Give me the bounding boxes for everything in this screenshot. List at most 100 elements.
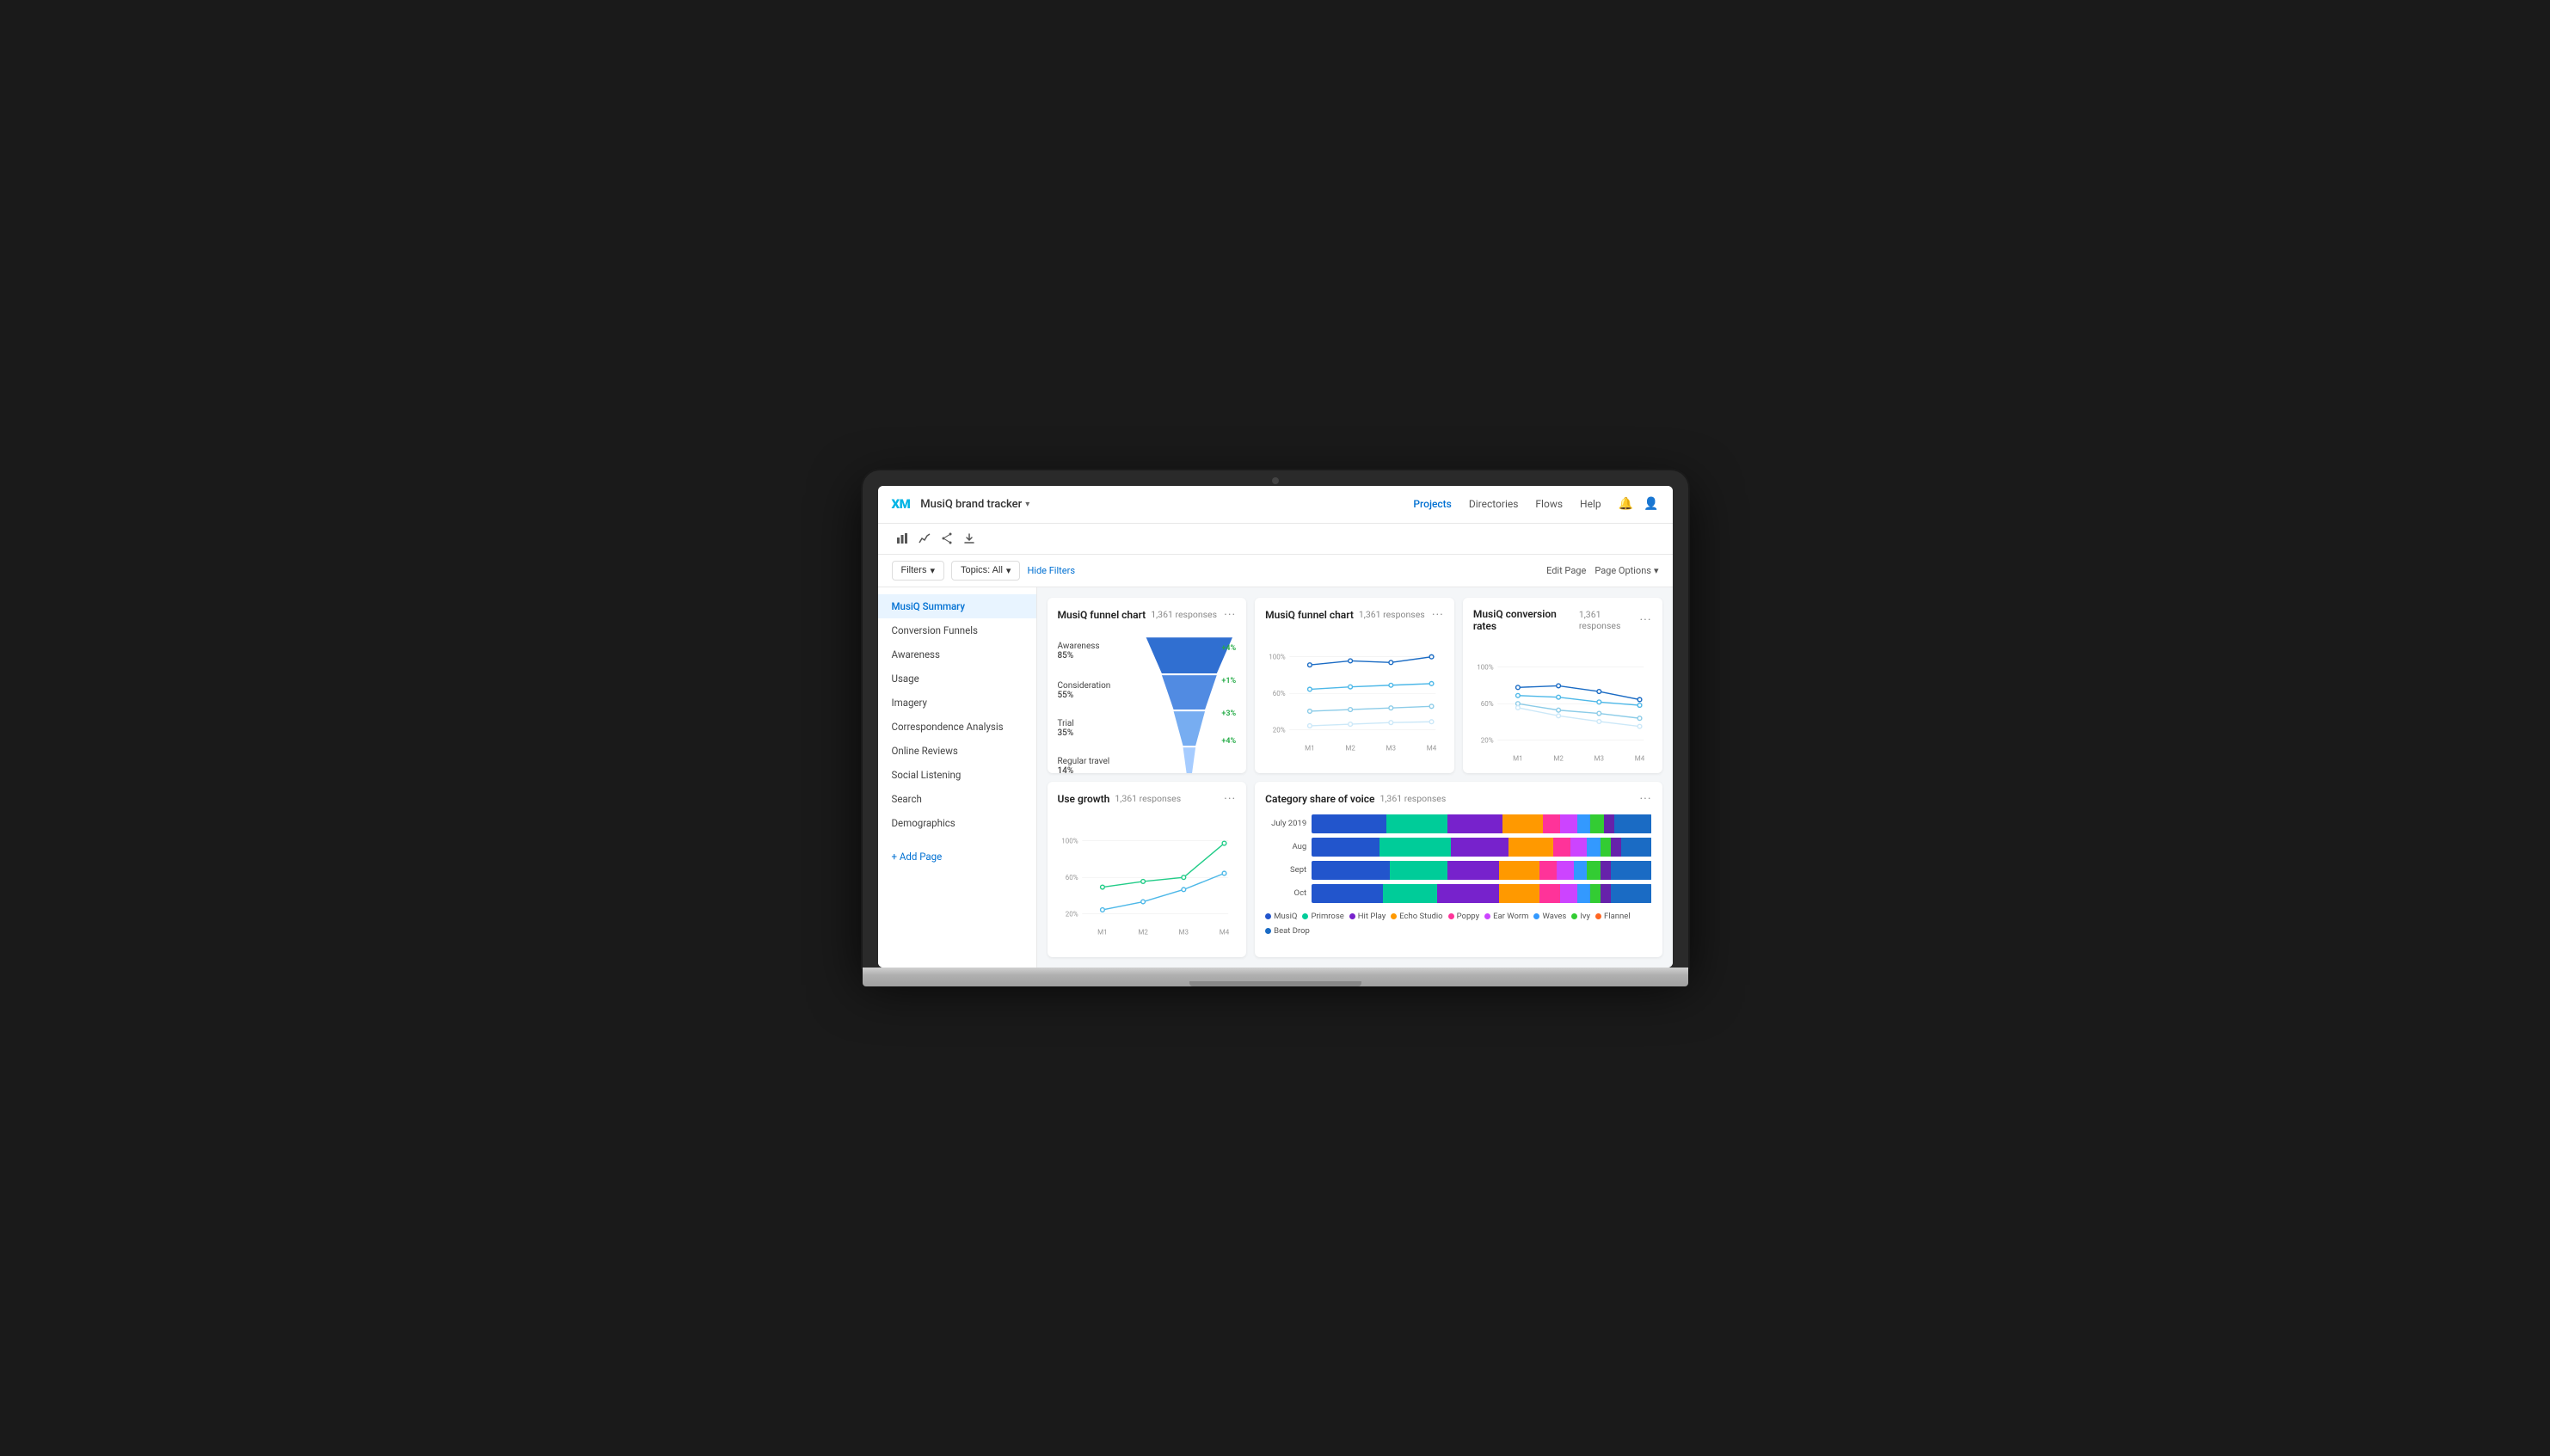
funnel-line-chart-menu[interactable]: ··· [1432, 608, 1444, 622]
bar-seg-flannel-oct [1601, 884, 1611, 903]
category-share-title: Category share of voice [1265, 793, 1374, 805]
category-share-header: Category share of voice 1,361 responses … [1265, 792, 1651, 806]
add-page-button[interactable]: + Add Page [878, 842, 1036, 871]
sidebar-item-musiq-summary[interactable]: MusiQ Summary [878, 594, 1036, 618]
svg-text:M1: M1 [1097, 928, 1108, 936]
funnel-visual: +4% +1% +3% +4% [1142, 630, 1237, 773]
conversion-rates-title: MusiQ conversion rates [1473, 608, 1574, 632]
hide-filters-link[interactable]: Hide Filters [1027, 565, 1075, 576]
funnel-chart-responses: 1,361 responses [1151, 609, 1217, 620]
chevron-down-icon[interactable]: ▾ [1025, 500, 1029, 509]
laptop-base [863, 968, 1688, 986]
nav-projects[interactable]: Projects [1413, 498, 1451, 510]
bar-seg-hitplay-aug [1451, 838, 1508, 857]
nav-icons: 🔔 👤 [1619, 497, 1659, 511]
nav-help[interactable]: Help [1580, 498, 1601, 510]
funnel-line-chart-card: MusiQ funnel chart 1,361 responses ··· [1255, 598, 1454, 773]
category-share-menu[interactable]: ··· [1640, 792, 1652, 806]
user-icon[interactable]: 👤 [1644, 497, 1658, 511]
legend-earworm: Ear Worm [1484, 912, 1528, 921]
bar-track-oct [1312, 884, 1651, 903]
bar-seg-beatdrop-aug [1621, 838, 1652, 857]
bar-seg-flannel-sept [1601, 861, 1611, 880]
app-title: MusiQ brand tracker ▾ [920, 498, 1029, 511]
download-icon[interactable] [959, 528, 980, 549]
bar-seg-beatdrop-sept [1611, 861, 1651, 880]
bar-seg-hitplay-july [1447, 814, 1502, 833]
legend-musiq: MusiQ [1265, 912, 1297, 921]
svg-text:20%: 20% [1065, 910, 1078, 918]
page-options-button[interactable]: Page Options ▾ [1595, 565, 1658, 576]
bar-seg-echo-aug [1508, 838, 1552, 857]
svg-text:M2: M2 [1553, 754, 1564, 762]
funnel-label-awareness: Awareness 85% [1058, 630, 1135, 672]
sidebar-item-correspondence-analysis[interactable]: Correspondence Analysis [878, 715, 1036, 739]
bar-chart-icon[interactable] [892, 528, 912, 549]
funnel-label-regular: Regular travel 14% [1058, 747, 1135, 773]
sidebar-item-conversion-funnels[interactable]: Conversion Funnels [878, 618, 1036, 642]
bar-seg-waves-oct [1577, 884, 1591, 903]
filter-chevron-icon: ▾ [930, 565, 935, 576]
svg-text:M1: M1 [1305, 744, 1315, 752]
bar-label-aug: Aug [1265, 842, 1306, 851]
use-growth-menu[interactable]: ··· [1224, 792, 1236, 806]
sidebar-item-search[interactable]: Search [878, 787, 1036, 811]
sidebar-item-social-listening[interactable]: Social Listening [878, 763, 1036, 787]
conversion-rates-card: MusiQ conversion rates 1,361 responses ·… [1463, 598, 1662, 773]
funnel-labels: Awareness 85% Consideration 55% Trial [1058, 630, 1135, 773]
topics-button[interactable]: Topics: All ▾ [951, 561, 1020, 581]
conversion-rates-menu[interactable]: ··· [1640, 613, 1652, 627]
bar-track-sept [1312, 861, 1651, 880]
conversion-rates-svg: 100% 60% 20% M1 M2 M3 M4 [1473, 641, 1652, 773]
share-icon[interactable] [937, 528, 957, 549]
page-options-chevron-icon: ▾ [1654, 565, 1659, 576]
nav-flows[interactable]: Flows [1535, 498, 1563, 510]
bar-seg-flannel-july [1604, 814, 1614, 833]
sidebar-item-imagery[interactable]: Imagery [878, 691, 1036, 715]
funnel-container: Awareness 85% Consideration 55% Trial [1058, 630, 1237, 773]
funnel-chart-menu[interactable]: ··· [1224, 608, 1236, 622]
svg-text:M4: M4 [1427, 744, 1437, 752]
xm-logo[interactable]: XM [892, 496, 911, 512]
bar-seg-ivy-july [1590, 814, 1604, 833]
line-chart-icon[interactable] [914, 528, 935, 549]
bar-seg-hitplay-oct [1437, 884, 1498, 903]
funnel-chart-title: MusiQ funnel chart [1058, 609, 1146, 621]
filter-bar: Filters ▾ Topics: All ▾ Hide Filters Edi… [878, 555, 1673, 587]
funnel-chart-header: MusiQ funnel chart 1,361 responses ··· [1058, 608, 1237, 622]
legend-ivy: Ivy [1571, 912, 1590, 921]
sidebar-item-demographics[interactable]: Demographics [878, 811, 1036, 835]
conversion-rates-header: MusiQ conversion rates 1,361 responses ·… [1473, 608, 1652, 632]
sidebar-item-online-reviews[interactable]: Online Reviews [878, 739, 1036, 763]
svg-text:M3: M3 [1178, 928, 1189, 936]
edit-page-link[interactable]: Edit Page [1546, 565, 1586, 576]
bar-seg-earworm-oct [1560, 884, 1577, 903]
bar-row-aug: Aug [1265, 838, 1651, 857]
bar-seg-ivy-oct [1590, 884, 1601, 903]
toolbar [878, 524, 1673, 555]
bar-seg-hitplay-sept [1447, 861, 1498, 880]
bar-seg-poppy-oct [1539, 884, 1560, 903]
funnel-label-consideration: Consideration 55% [1058, 672, 1135, 710]
filter-label: Filters [901, 565, 927, 575]
sidebar-item-awareness[interactable]: Awareness [878, 642, 1036, 667]
bar-seg-ivy-aug [1601, 838, 1611, 857]
bar-seg-musiq-sept [1312, 861, 1390, 880]
sidebar-item-usage[interactable]: Usage [878, 667, 1036, 691]
nav-right: Projects Directories Flows Help 🔔 👤 [1413, 497, 1658, 511]
filters-button[interactable]: Filters ▾ [892, 561, 944, 581]
svg-text:M4: M4 [1635, 754, 1645, 762]
svg-text:60%: 60% [1481, 700, 1494, 708]
bar-seg-poppy-aug [1553, 838, 1570, 857]
svg-text:60%: 60% [1065, 874, 1078, 882]
bell-icon[interactable]: 🔔 [1619, 497, 1633, 511]
nav-directories[interactable]: Directories [1469, 498, 1519, 510]
bar-row-sept: Sept [1265, 861, 1651, 880]
legend-hitplay: Hit Play [1349, 912, 1386, 921]
bar-seg-musiq-aug [1312, 838, 1379, 857]
funnel-label-trial: Trial 35% [1058, 710, 1135, 747]
svg-text:100%: 100% [1477, 663, 1494, 671]
bar-seg-waves-july [1577, 814, 1591, 833]
legend-echostudio: Echo Studio [1391, 912, 1442, 921]
topics-chevron-icon: ▾ [1006, 565, 1011, 576]
